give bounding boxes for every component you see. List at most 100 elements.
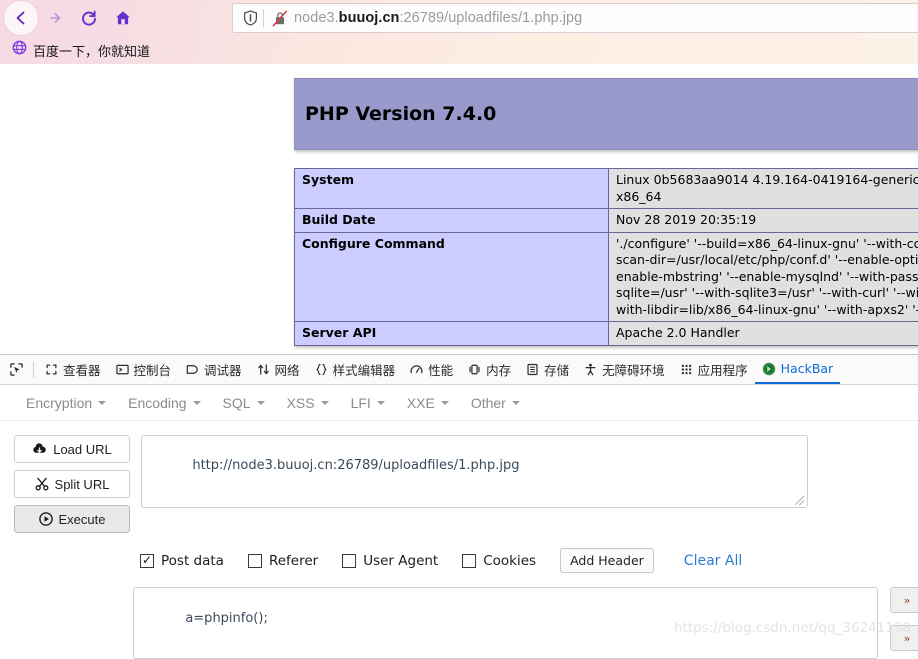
menu-label: LFI <box>351 395 371 411</box>
url-input[interactable]: http://node3.buuoj.cn:26789/uploadfiles/… <box>141 435 808 508</box>
checkbox-icon[interactable] <box>342 554 356 568</box>
chevron-down-icon <box>512 401 520 405</box>
menu-xxe[interactable]: XXE <box>397 391 459 415</box>
tab-label: HackBar <box>781 361 834 376</box>
menu-other[interactable]: Other <box>461 391 530 415</box>
checkbox-label: Referer <box>269 553 318 569</box>
element-picker-icon[interactable] <box>2 356 30 384</box>
add-header-button[interactable]: Add Header <box>560 548 654 573</box>
menu-xss[interactable]: XSS <box>277 391 339 415</box>
broken-lock-icon[interactable] <box>270 10 290 27</box>
tab-performance[interactable]: 性能 <box>402 355 460 384</box>
button-label: Split URL <box>55 477 110 492</box>
arrow-left-icon <box>11 8 31 28</box>
button-label: Execute <box>59 512 106 527</box>
tab-style-editor[interactable]: 样式编辑器 <box>307 355 403 384</box>
accessibility-icon <box>583 363 598 376</box>
tab-label: 性能 <box>428 360 453 379</box>
checkbox-cookies[interactable]: Cookies <box>462 553 536 569</box>
value-line: sqlite=/usr' '--with-sqlite3=/usr' '--wi… <box>616 285 918 302</box>
menu-sql[interactable]: SQL <box>213 391 275 415</box>
checkbox-label: User Agent <box>363 553 438 569</box>
reload-button[interactable] <box>72 1 106 35</box>
urlbar-divider <box>263 9 264 27</box>
hackbar-menubar: Encryption Encoding SQL XSS LFI XXE <box>0 385 918 421</box>
checkbox-icon[interactable] <box>248 554 262 568</box>
tab-console[interactable]: 控制台 <box>108 355 179 384</box>
table-cell-value: './configure' '--build=x86_64-linux-gnu'… <box>609 232 918 322</box>
hackbar-url-row: Load URL Split URL <box>0 431 918 533</box>
value-line: enable-mbstring' '--enable-mysqlnd' '--w… <box>616 269 918 286</box>
shield-icon[interactable] <box>239 10 261 26</box>
value-line: Linux 0b5683aa9014 4.19.164-0419164-gene… <box>616 172 918 189</box>
chevron-down-icon <box>377 401 385 405</box>
menu-label: SQL <box>223 395 251 411</box>
side-button-1[interactable]: » <box>890 587 918 613</box>
tab-debugger[interactable]: 调试器 <box>178 355 249 384</box>
tab-label: 查看器 <box>63 360 101 379</box>
home-button[interactable] <box>106 1 140 35</box>
tab-inspector[interactable]: 查看器 <box>37 355 108 384</box>
execute-button[interactable]: Execute <box>14 505 130 533</box>
checkbox-icon[interactable] <box>140 554 154 568</box>
split-url-button[interactable]: Split URL <box>14 470 130 498</box>
chevron-down-icon <box>257 401 265 405</box>
tab-memory[interactable]: 内存 <box>460 355 518 384</box>
hackbar-side-buttons: » » <box>890 587 918 651</box>
url-text[interactable]: node3.buuoj.cn:26789/uploadfiles/1.php.j… <box>290 10 582 26</box>
console-icon <box>115 363 130 376</box>
checkbox-referer[interactable]: Referer <box>248 553 318 569</box>
table-row: Configure Command './configure' '--build… <box>295 232 918 322</box>
menu-encryption[interactable]: Encryption <box>16 391 116 415</box>
tab-application[interactable]: 应用程序 <box>672 355 755 384</box>
checkbox-label: Cookies <box>483 553 536 569</box>
tab-label: 控制台 <box>134 360 172 379</box>
chevron-down-icon <box>321 401 329 405</box>
checkbox-user-agent[interactable]: User Agent <box>342 553 438 569</box>
performance-icon <box>409 363 424 376</box>
post-data-value: a=phpinfo(); <box>185 611 268 626</box>
tab-label: 应用程序 <box>698 360 748 379</box>
menu-lfi[interactable]: LFI <box>341 391 395 415</box>
memory-icon <box>467 363 482 376</box>
table-row: Build Date Nov 28 2019 20:35:19 <box>295 209 918 233</box>
hackbar-icon <box>762 362 777 376</box>
load-url-button[interactable]: Load URL <box>14 435 130 463</box>
back-button[interactable] <box>4 1 38 35</box>
tab-label: 存储 <box>544 360 569 379</box>
clear-all-link[interactable]: Clear All <box>684 553 742 569</box>
menu-label: Encryption <box>26 395 92 411</box>
devtools-tabbar: 查看器 控制台 调试器 <box>0 355 918 385</box>
table-cell-key: Server API <box>295 322 609 346</box>
bookmark-item-baidu[interactable]: 百度一下，你就知道 <box>8 38 154 62</box>
hackbar-action-buttons: Load URL Split URL <box>14 435 130 533</box>
php-version-title: PHP Version 7.4.0 <box>305 103 496 125</box>
debugger-icon <box>185 363 200 376</box>
checkbox-icon[interactable] <box>462 554 476 568</box>
application-icon <box>679 363 694 376</box>
checkbox-label: Post data <box>161 553 224 569</box>
table-row: Server API Apache 2.0 Handler <box>295 322 918 346</box>
checkbox-post-data[interactable]: Post data <box>140 553 224 569</box>
table-cell-key: Configure Command <box>295 232 609 322</box>
address-bar[interactable]: node3.buuoj.cn:26789/uploadfiles/1.php.j… <box>232 3 918 33</box>
arrow-right-icon <box>45 8 65 28</box>
chevron-down-icon <box>193 401 201 405</box>
tab-hackbar[interactable]: HackBar <box>755 355 841 384</box>
side-button-2[interactable]: » <box>890 625 918 651</box>
bookmark-label: 百度一下，你就知道 <box>33 41 150 60</box>
tab-storage[interactable]: 存储 <box>518 355 576 384</box>
menu-encoding[interactable]: Encoding <box>118 391 210 415</box>
tab-accessibility[interactable]: 无障碍环境 <box>576 355 672 384</box>
chevron-down-icon <box>441 401 449 405</box>
table-row: System Linux 0b5683aa9014 4.19.164-04191… <box>295 169 918 209</box>
forward-button[interactable] <box>38 1 72 35</box>
table-cell-key: Build Date <box>295 209 609 233</box>
post-data-input[interactable]: a=phpinfo(); <box>133 587 878 659</box>
tab-network[interactable]: 网络 <box>249 355 307 384</box>
value-line: './configure' '--build=x86_64-linux-gnu'… <box>616 236 918 253</box>
cloud-download-icon <box>32 443 47 455</box>
resize-handle-icon[interactable] <box>795 496 804 505</box>
hackbar-body: Load URL Split URL <box>0 421 918 659</box>
menu-label: XSS <box>287 395 315 411</box>
